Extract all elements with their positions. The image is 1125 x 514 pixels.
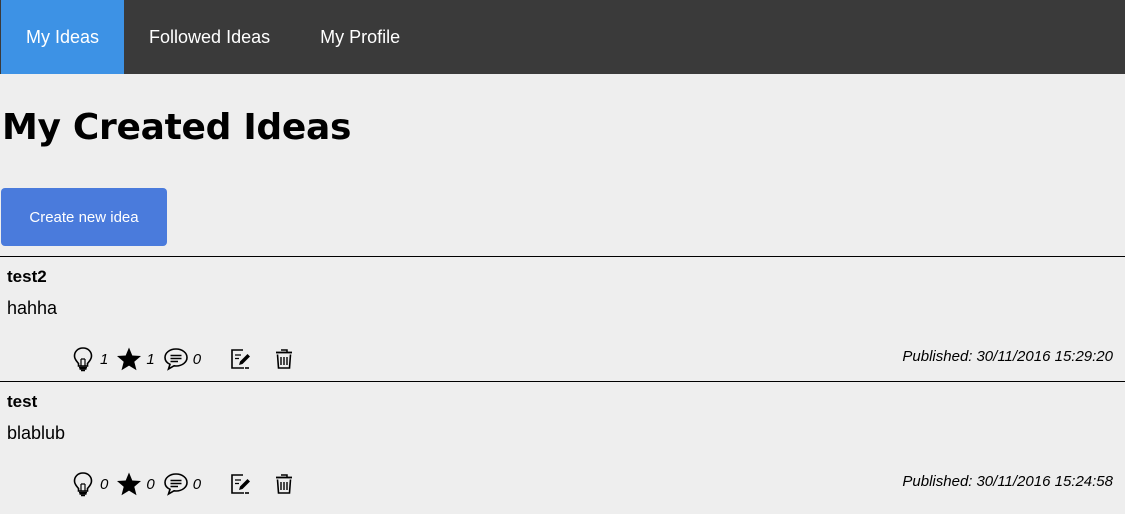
top-navbar: My Ideas Followed Ideas My Profile <box>0 0 1125 74</box>
comment-icon[interactable] <box>163 471 189 497</box>
nav-my-profile[interactable]: My Profile <box>295 0 425 74</box>
nav-my-ideas[interactable]: My Ideas <box>1 0 125 74</box>
idea-card: test2 hahha 1 1 0 Published: 30/11/2016 … <box>0 256 1125 381</box>
star-count: 0 <box>146 475 155 493</box>
create-new-idea-button[interactable]: Create new idea <box>1 188 167 246</box>
lightbulb-icon[interactable] <box>70 346 96 372</box>
published-timestamp: Published: 30/11/2016 15:29:20 <box>902 348 1113 365</box>
idea-body: hahha <box>7 298 58 318</box>
idea-card: test blablub 0 0 0 Published: 30/11/2016… <box>0 381 1125 506</box>
idea-body: blablub <box>7 423 66 443</box>
published-timestamp: Published: 30/11/2016 15:24:58 <box>902 473 1113 490</box>
published-date: 30/11/2016 15:24:58 <box>976 473 1113 490</box>
published-label: Published: <box>902 473 973 490</box>
lightbulb-icon[interactable] <box>70 471 96 497</box>
idea-title: test <box>7 392 38 411</box>
like-count: 0 <box>100 475 109 493</box>
star-icon[interactable] <box>116 471 142 497</box>
trash-icon[interactable] <box>271 471 297 497</box>
edit-icon[interactable] <box>227 346 253 372</box>
comment-count: 0 <box>192 350 202 368</box>
edit-icon[interactable] <box>227 471 253 497</box>
star-icon[interactable] <box>116 346 142 372</box>
idea-stats: 0 0 0 <box>70 470 297 498</box>
published-date: 30/11/2016 15:29:20 <box>976 348 1113 365</box>
star-count: 1 <box>146 350 155 368</box>
like-count: 1 <box>100 350 109 368</box>
comment-count: 0 <box>192 475 202 493</box>
comment-icon[interactable] <box>163 346 189 372</box>
idea-stats: 1 1 0 <box>70 345 297 373</box>
published-label: Published: <box>902 348 973 365</box>
idea-title: test2 <box>7 267 47 286</box>
nav-followed-ideas[interactable]: Followed Ideas <box>124 0 295 74</box>
trash-icon[interactable] <box>271 346 297 372</box>
page-title: My Created Ideas <box>2 107 352 148</box>
